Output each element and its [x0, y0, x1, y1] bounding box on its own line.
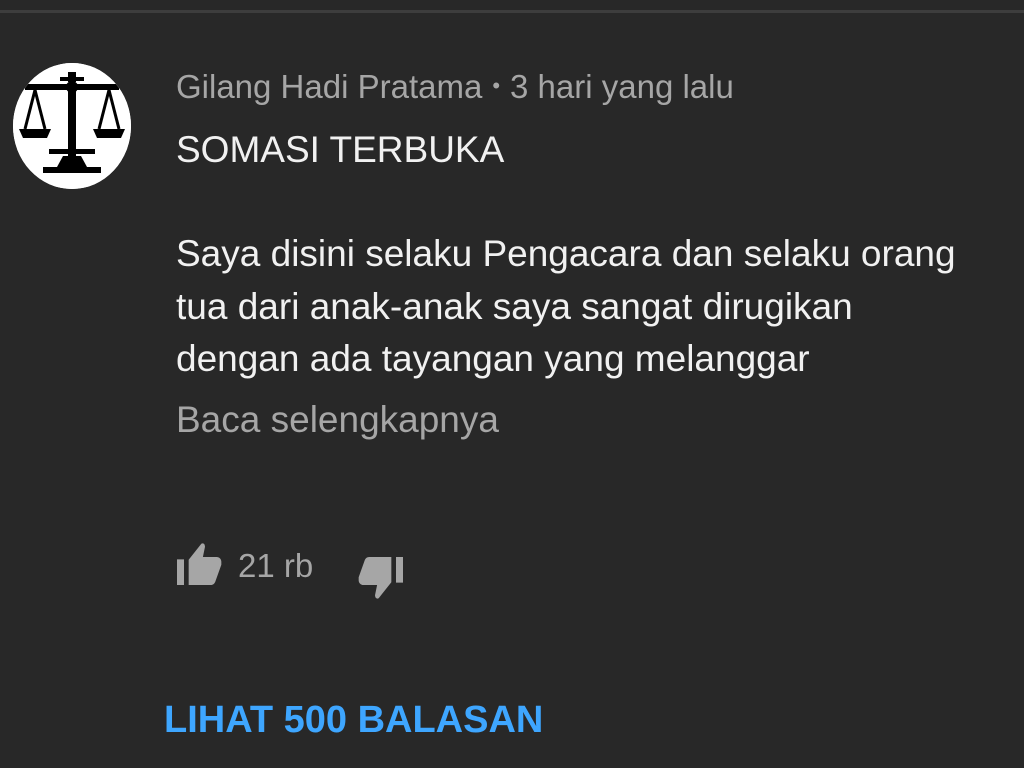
read-more-link[interactable]: Baca selengkapnya — [176, 396, 499, 444]
comment-meta: Gilang Hadi Pratama • 3 hari yang lalu — [176, 66, 734, 107]
comment-title: SOMASI TERBUKA — [176, 129, 505, 170]
meta-separator: • — [492, 73, 501, 98]
like-count: 21 rb — [238, 547, 314, 584]
comment-body-line: Saya disini selaku Pengacara dan selaku … — [176, 233, 956, 274]
top-divider — [0, 10, 1024, 13]
view-replies-button[interactable]: LIHAT 500 BALASAN — [164, 696, 543, 744]
avatar[interactable] — [13, 63, 131, 189]
thumbs-up-icon — [177, 543, 222, 585]
author-name[interactable]: Gilang Hadi Pratama — [176, 68, 482, 105]
comment-body-line: dengan ada tayangan yang melanggar — [176, 338, 810, 379]
comment-body-line: tua dari anak-anak saya sangat dirugikan — [176, 285, 853, 327]
thumbs-down-icon — [358, 557, 403, 599]
comment-screen: Gilang Hadi Pratama • 3 hari yang lalu SOM… — [0, 0, 1024, 768]
comment-body: Saya disini selaku Pengacara dan selaku … — [176, 228, 1024, 386]
comment-timestamp[interactable]: 3 hari yang lalu — [510, 68, 734, 105]
dislike-button[interactable] — [354, 550, 410, 606]
like-button[interactable] — [170, 536, 226, 592]
scales-of-justice-icon — [13, 63, 131, 189]
